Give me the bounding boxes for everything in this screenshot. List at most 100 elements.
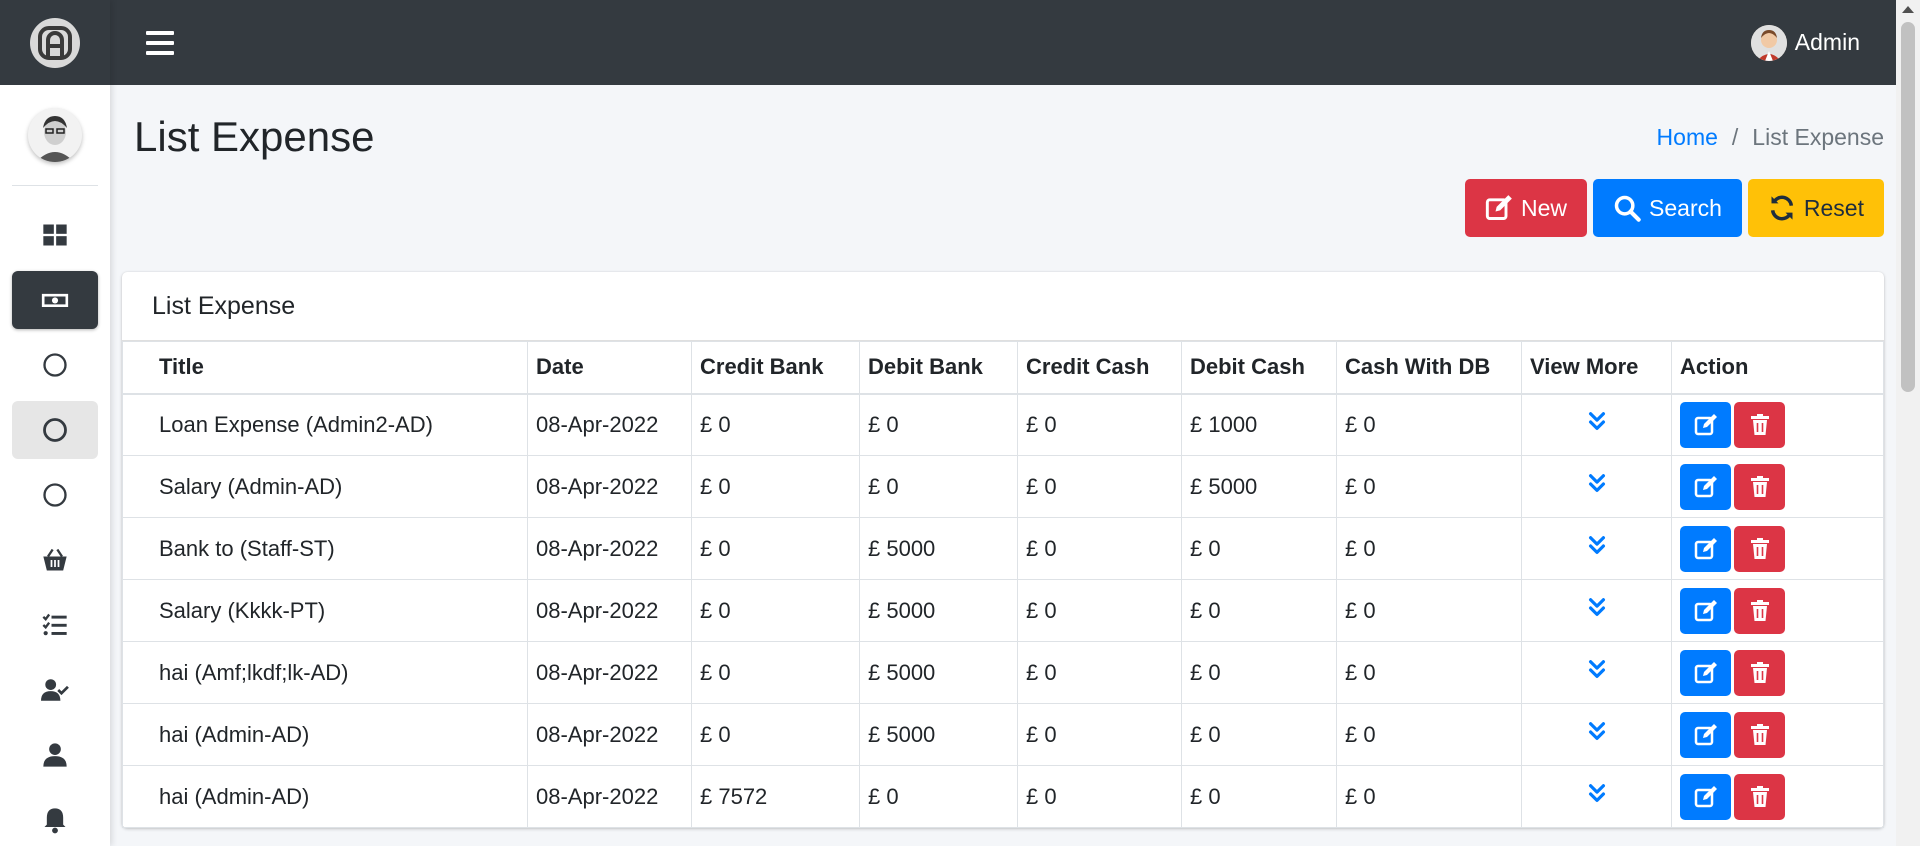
cell-date: 08-Apr-2022 bbox=[527, 579, 692, 642]
sidebar-item-tasks[interactable] bbox=[12, 596, 98, 654]
edit-button[interactable] bbox=[1680, 401, 1731, 448]
chevron-double-down-icon[interactable] bbox=[1586, 411, 1608, 433]
cell-debit-bank: £ 5000 bbox=[859, 703, 1018, 766]
expense-table: Title Date Credit Bank Debit Bank Credit… bbox=[122, 341, 1884, 828]
new-button[interactable]: New bbox=[1465, 179, 1588, 237]
cell-action bbox=[1671, 517, 1884, 580]
cell-date: 08-Apr-2022 bbox=[527, 455, 692, 518]
reset-button[interactable]: Reset bbox=[1747, 179, 1884, 237]
cell-credit-cash: £ 0 bbox=[1017, 703, 1182, 766]
cell-credit-bank: £ 7572 bbox=[691, 765, 860, 828]
sidebar-nav bbox=[0, 186, 110, 846]
cell-date: 08-Apr-2022 bbox=[527, 393, 692, 456]
cell-cash-with-db: £ 0 bbox=[1336, 703, 1522, 766]
cell-debit-bank: £ 0 bbox=[859, 455, 1018, 518]
table-row: hai (Admin-AD) 08-Apr-2022 £ 0 £ 5000 £ 0 £ 0… bbox=[122, 703, 1884, 766]
scroll-thumb[interactable] bbox=[1901, 22, 1915, 392]
cell-cash-with-db: £ 0 bbox=[1336, 455, 1522, 518]
chevron-double-down-icon[interactable] bbox=[1586, 473, 1608, 495]
brand[interactable] bbox=[0, 0, 110, 85]
sidebar-item-expense[interactable] bbox=[12, 271, 98, 329]
cell-title: Salary (Kkkk-PT) bbox=[122, 579, 528, 642]
edit-button[interactable] bbox=[1680, 711, 1731, 758]
cell-debit-bank: £ 0 bbox=[859, 393, 1018, 456]
delete-button[interactable] bbox=[1734, 773, 1785, 820]
chevron-double-down-icon[interactable] bbox=[1586, 783, 1608, 805]
table-body: Loan Expense (Admin2-AD) 08-Apr-2022 £ 0 £ … bbox=[122, 393, 1884, 828]
search-button[interactable]: Search bbox=[1593, 179, 1742, 237]
sidebar-item-dashboard[interactable] bbox=[12, 206, 98, 264]
breadcrumb-current: List Expense bbox=[1752, 123, 1884, 150]
search-icon bbox=[1614, 195, 1641, 222]
cell-view-more bbox=[1521, 579, 1672, 642]
scroll-up-icon[interactable] bbox=[1902, 6, 1914, 13]
cell-view-more bbox=[1521, 393, 1672, 456]
delete-button[interactable] bbox=[1734, 587, 1785, 634]
top-navbar: Admin bbox=[110, 0, 1896, 85]
circle-icon bbox=[43, 418, 67, 442]
cell-credit-bank: £ 0 bbox=[691, 579, 860, 642]
cell-debit-cash: £ 5000 bbox=[1181, 455, 1337, 518]
cell-title: hai (Admin-AD) bbox=[122, 765, 528, 828]
reset-button-label: Reset bbox=[1803, 194, 1864, 221]
delete-button[interactable] bbox=[1734, 649, 1785, 696]
table-header-row: Title Date Credit Bank Debit Bank Credit… bbox=[122, 341, 1884, 395]
chevron-double-down-icon[interactable] bbox=[1586, 597, 1608, 619]
chevron-double-down-icon[interactable] bbox=[1586, 659, 1608, 681]
breadcrumb: Home / List Expense bbox=[1657, 124, 1884, 151]
delete-button[interactable] bbox=[1734, 711, 1785, 758]
cell-title: hai (Amf;lkdf;lk-AD) bbox=[122, 641, 528, 704]
delete-button[interactable] bbox=[1734, 463, 1785, 510]
admin-name[interactable]: Admin bbox=[1795, 29, 1860, 56]
menu-toggle-icon[interactable] bbox=[146, 30, 174, 55]
sidebar-item-basket[interactable] bbox=[12, 531, 98, 589]
edit-button[interactable] bbox=[1680, 525, 1731, 572]
edit-button[interactable] bbox=[1680, 649, 1731, 696]
cell-debit-cash: £ 0 bbox=[1181, 517, 1337, 580]
money-bill-icon bbox=[41, 293, 69, 307]
cell-debit-cash: £ 0 bbox=[1181, 703, 1337, 766]
table-row: Loan Expense (Admin2-AD) 08-Apr-2022 £ 0 £ … bbox=[122, 393, 1884, 456]
user-menu[interactable]: Admin bbox=[1750, 24, 1860, 61]
cell-date: 08-Apr-2022 bbox=[527, 641, 692, 704]
cell-date: 08-Apr-2022 bbox=[527, 703, 692, 766]
dashboard-icon bbox=[43, 224, 67, 246]
chevron-double-down-icon[interactable] bbox=[1586, 721, 1608, 743]
page-scrollbar[interactable] bbox=[1896, 0, 1920, 846]
edit-icon bbox=[1694, 537, 1717, 559]
cell-debit-cash: £ 0 bbox=[1181, 579, 1337, 642]
cell-credit-bank: £ 0 bbox=[691, 703, 860, 766]
edit-icon bbox=[1694, 599, 1717, 621]
cell-view-more bbox=[1521, 455, 1672, 518]
col-date: Date bbox=[527, 341, 692, 395]
chevron-double-down-icon[interactable] bbox=[1586, 535, 1608, 557]
trash-icon bbox=[1750, 413, 1769, 435]
trash-icon bbox=[1750, 599, 1769, 621]
brand-logo-icon[interactable] bbox=[30, 17, 80, 68]
delete-button[interactable] bbox=[1734, 401, 1785, 448]
sidebar-item-notifications[interactable] bbox=[12, 791, 98, 846]
sidebar-item-user-check[interactable] bbox=[12, 661, 98, 719]
sidebar bbox=[0, 0, 110, 846]
tasks-icon bbox=[42, 613, 67, 636]
col-credit-bank: Credit Bank bbox=[691, 341, 860, 395]
cell-debit-bank: £ 5000 bbox=[859, 641, 1018, 704]
delete-button[interactable] bbox=[1734, 525, 1785, 572]
sidebar-item-circle-1[interactable] bbox=[12, 336, 98, 394]
sidebar-item-circle-2[interactable] bbox=[12, 401, 98, 459]
user-avatar[interactable] bbox=[28, 108, 82, 162]
breadcrumb-home-link[interactable]: Home bbox=[1657, 124, 1718, 151]
edit-button[interactable] bbox=[1680, 773, 1731, 820]
edit-button[interactable] bbox=[1680, 587, 1731, 634]
sidebar-item-user[interactable] bbox=[12, 726, 98, 784]
edit-button[interactable] bbox=[1680, 463, 1731, 510]
cell-credit-bank: £ 0 bbox=[691, 517, 860, 580]
cell-cash-with-db: £ 0 bbox=[1336, 765, 1522, 828]
cell-debit-cash: £ 1000 bbox=[1181, 393, 1337, 456]
cell-action bbox=[1671, 641, 1884, 704]
cell-credit-cash: £ 0 bbox=[1017, 579, 1182, 642]
cell-debit-cash: £ 0 bbox=[1181, 765, 1337, 828]
cell-credit-cash: £ 0 bbox=[1017, 517, 1182, 580]
sidebar-item-circle-3[interactable] bbox=[12, 466, 98, 524]
cell-view-more bbox=[1521, 517, 1672, 580]
